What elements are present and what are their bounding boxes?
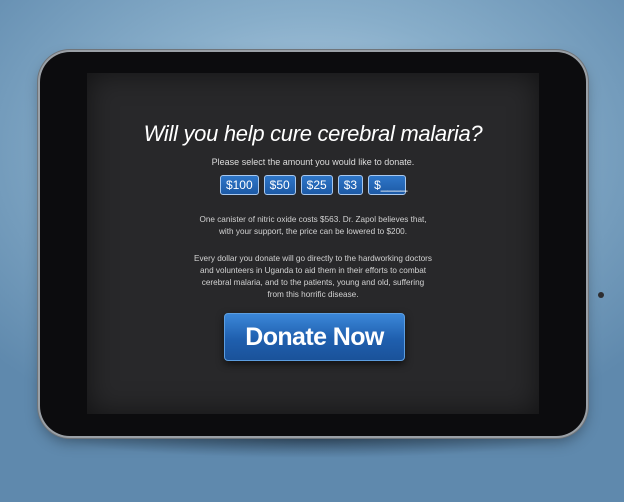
tablet-screen: Will you help cure cerebral malaria? Ple… xyxy=(87,73,539,414)
amount-100-button[interactable]: $100 xyxy=(219,175,259,195)
amount-3-button[interactable]: $3 xyxy=(337,175,364,195)
impact-paragraph: Every dollar you donate will go directly… xyxy=(193,254,432,299)
custom-amount-input[interactable]: $____ xyxy=(368,175,407,195)
cost-paragraph: One canister of nitric oxide costs $563.… xyxy=(199,215,427,236)
donation-instructions: Please select the amount you would like … xyxy=(211,157,415,167)
donation-headline: Will you help cure cerebral malaria? xyxy=(143,121,483,146)
amount-50-button[interactable]: $50 xyxy=(263,175,296,195)
donate-now-button[interactable]: Donate Now xyxy=(224,313,405,361)
camera-icon xyxy=(598,292,604,298)
amount-options: $100 $50 $25 $3 $____ xyxy=(87,175,539,195)
amount-25-button[interactable]: $25 xyxy=(300,175,333,195)
